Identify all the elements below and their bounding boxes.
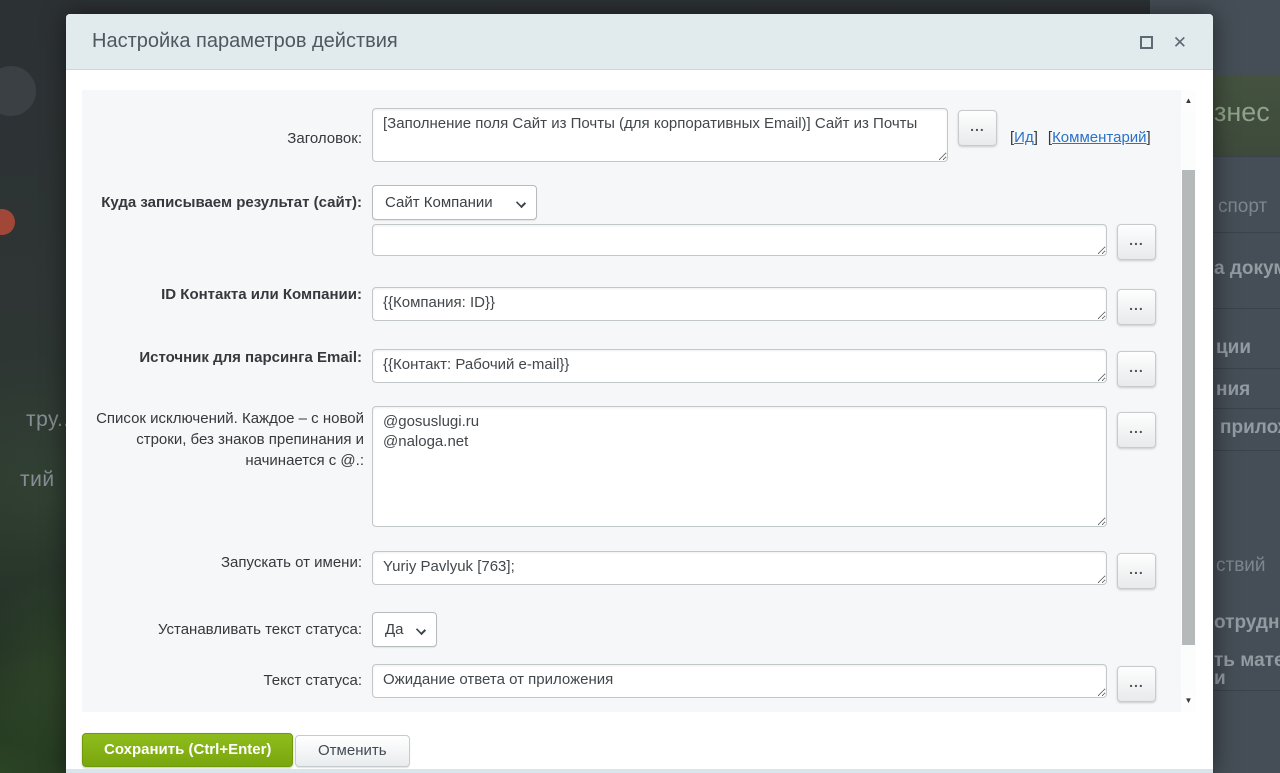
field-label-result-target: Куда записываем результат (сайт): (82, 193, 362, 213)
field-label-email-source: Источник для парсинга Email: (82, 348, 362, 368)
action-settings-dialog: Настройка параметров действия ✕ Заголово… (66, 14, 1213, 773)
field-label-exclusion-list: Список исключений. Каждое – с новой стро… (82, 408, 364, 471)
contact-id-picker-button[interactable]: ... (1117, 289, 1156, 325)
form-panel: Заголовок: [Заполнение поля Сайт из Почт… (82, 90, 1196, 712)
title-picker-button[interactable]: ... (958, 110, 997, 146)
bracket: ] (1147, 129, 1151, 146)
run-as-input[interactable]: Yuriy Pavlyuk [763]; (372, 551, 1107, 585)
field-label-run-as: Запускать от имени: (82, 553, 362, 573)
result-target-picker-button[interactable]: ... (1117, 224, 1156, 260)
field-label-status-text: Текст статуса: (82, 671, 362, 691)
notification-badge (0, 209, 15, 235)
background-avatar-circle (0, 66, 36, 116)
background-menu-item: спорт (1218, 196, 1267, 218)
title-input[interactable]: [Заполнение поля Сайт из Почты (для корп… (372, 108, 948, 162)
panel-scrollbar[interactable]: ▲ ▼ (1181, 90, 1196, 712)
status-text-input[interactable]: Ожидание ответа от приложения (372, 664, 1107, 698)
chevron-down-icon (416, 625, 426, 635)
result-target-selected-value: Сайт Компании (373, 194, 493, 211)
close-icon[interactable]: ✕ (1173, 34, 1187, 51)
title-links: [Ид][Комментарий] (1010, 129, 1151, 146)
save-button[interactable]: Сохранить (Ctrl+Enter) (82, 733, 293, 767)
background-menu-item: отрудника (1214, 612, 1280, 634)
background-menu-item: ции (1216, 337, 1251, 359)
id-link[interactable]: Ид (1014, 129, 1034, 146)
background-menu-item: приложе (1220, 417, 1280, 439)
field-label-contact-id: ID Контакта или Компании: (82, 285, 362, 305)
background-menu-item: ния (1216, 379, 1250, 401)
bracket: ] (1034, 129, 1038, 146)
comment-link[interactable]: Комментарий (1052, 129, 1146, 146)
email-source-input[interactable]: {{Контакт: Рабочий e-mail}} (372, 349, 1107, 383)
field-label-set-status: Устанавливать текст статуса: (82, 620, 362, 640)
maximize-icon[interactable] (1140, 36, 1153, 49)
run-as-picker-button[interactable]: ... (1117, 553, 1156, 589)
chevron-down-icon (516, 198, 526, 208)
exclusion-list-picker-button[interactable]: ... (1117, 412, 1156, 448)
scroll-up-icon[interactable]: ▲ (1181, 90, 1196, 112)
field-label-title: Заголовок: (82, 129, 362, 149)
contact-id-input[interactable]: {{Компания: ID}} (372, 287, 1107, 321)
set-status-selected-value: Да (373, 621, 404, 638)
background-menu-item: и (1214, 668, 1226, 690)
dialog-title: Настройка параметров действия (92, 30, 398, 53)
status-text-picker-button[interactable]: ... (1117, 666, 1156, 702)
scrollbar-thumb[interactable] (1182, 170, 1195, 645)
cancel-button[interactable]: Отменить (295, 735, 410, 767)
exclusion-list-input[interactable]: @gosuslugi.ru @naloga.net (372, 406, 1107, 527)
background-menu-item: а докуме (1214, 258, 1280, 280)
dialog-titlebar: Настройка параметров действия ✕ (66, 14, 1213, 70)
result-target-select[interactable]: Сайт Компании (372, 185, 537, 220)
scroll-down-icon[interactable]: ▼ (1181, 690, 1196, 712)
background-menu-item: ствий (1216, 555, 1266, 577)
email-source-picker-button[interactable]: ... (1117, 351, 1156, 387)
background-header-text: знес (1214, 97, 1270, 128)
result-target-extra-input[interactable] (372, 224, 1107, 256)
dialog-bottom-edge (66, 769, 1213, 773)
set-status-select[interactable]: Да (372, 612, 437, 647)
background-text: тий (20, 468, 55, 492)
